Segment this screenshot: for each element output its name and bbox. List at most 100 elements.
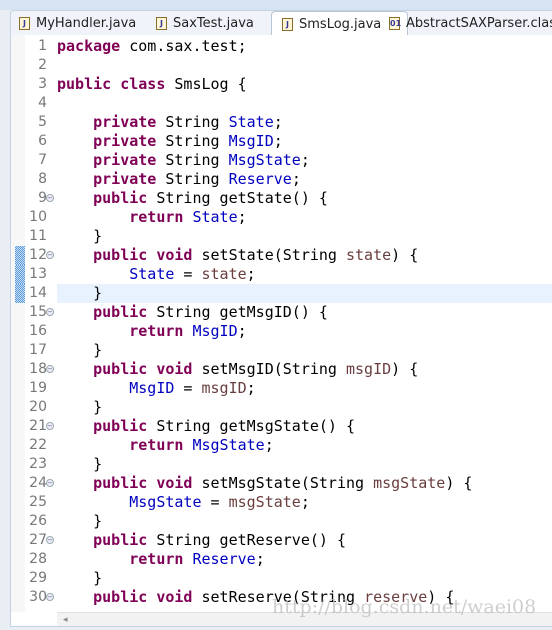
code-token: } [57,398,103,416]
line-number: 23 [29,456,47,472]
code-token: setMsgID(String [192,360,346,378]
code-line[interactable]: 26 } [11,512,552,531]
tab-smslog[interactable]: J SmsLog.java ⊠ [271,11,408,36]
code-token: ) { [391,360,419,378]
code-token: ; [273,132,283,150]
code-token: ) { [445,474,473,492]
code-line[interactable]: 30− public void setReserve(String reserv… [11,588,552,607]
code-line[interactable]: 19 MsgID = msgID; [11,379,552,398]
code-token: String [156,170,229,188]
keyword: public [93,588,148,606]
fold-collapse-icon[interactable]: − [46,365,54,373]
code-token: = [201,493,229,511]
code-line[interactable]: 4 [11,94,552,113]
keyword: public [93,189,148,207]
code-line[interactable]: 16 return MsgID; [11,322,552,341]
field-ref: MsgID [192,322,238,340]
code-line[interactable]: 9− public String getState() { [11,189,552,208]
code-line[interactable]: 8 private String Reserve; [11,170,552,189]
code-line[interactable]: 18− public void setMsgID(String msgID) { [11,360,552,379]
code-text: } [57,455,102,474]
line-number: 3 [38,76,47,92]
line-number: 16 [29,323,47,339]
code-editor[interactable]: 1 package com.sax.test; 2 3 public class Sms… [10,35,552,627]
code-line[interactable]: 15− public String getMsgID() { [11,303,552,322]
code-line[interactable]: 28 return Reserve; [11,550,552,569]
field-ref: MsgID [228,132,274,150]
param-ref: msgState [373,474,446,492]
field-ref: Reserve [228,170,292,188]
code-text: public void setMsgID(String msgID) { [57,360,418,379]
tab-saxtest[interactable]: J SaxTest.java [156,11,254,35]
java-file-warning-icon: J [156,16,167,30]
code-text: return MsgState; [57,436,274,455]
line-number: 20 [29,399,47,415]
code-line[interactable]: 3 public class SmsLog { [11,75,552,94]
code-text: public String getMsgID() { [57,303,328,322]
code-line[interactable]: 12− public void setState(String state) { [11,246,552,265]
tab-abstractsaxparser[interactable]: 01 AbstractSAXParser.class [389,11,552,35]
code-line[interactable]: 7 private String MsgState; [11,151,552,170]
field-ref: MsgState [192,436,265,454]
code-line[interactable]: 11 } [11,227,552,246]
code-line[interactable]: 20 } [11,398,552,417]
code-token: setState(String [192,246,346,264]
param-ref: msgState [228,493,301,511]
code-line[interactable]: 14 } [11,284,552,303]
code-text: } [57,341,102,360]
code-text: } [57,227,102,246]
code-line[interactable]: 27− public String getReserve() { [11,531,552,550]
field-ref: MsgID [129,379,175,397]
code-line[interactable]: 21− public String getMsgState() { [11,417,552,436]
current-line-highlight [57,284,552,303]
code-line[interactable]: 10 return State; [11,208,552,227]
param-ref: msgID [201,379,247,397]
code-token: String getState() { [147,189,328,207]
keyword: void [156,246,193,264]
class-file-icon: 01 [389,16,402,30]
code-line[interactable]: 1 package com.sax.test; [11,37,552,56]
code-line[interactable]: 29 } [11,569,552,588]
code-line[interactable]: 5 private String State; [11,113,552,132]
fold-collapse-icon[interactable]: − [46,422,54,430]
keyword: public [93,417,148,435]
field-ref: State [228,113,274,131]
code-token: String getMsgID() { [147,303,328,321]
keyword: return [129,208,184,226]
fold-collapse-icon[interactable]: − [46,251,54,259]
code-line[interactable]: 22 return MsgState; [11,436,552,455]
code-token: String getMsgState() { [147,417,356,435]
fold-collapse-icon[interactable]: − [46,479,54,487]
keyword: private [93,170,157,188]
code-text: return MsgID; [57,322,246,341]
keyword: void [156,474,193,492]
code-line[interactable]: 17 } [11,341,552,360]
code-line[interactable]: 6 private String MsgID; [11,132,552,151]
keyword: public [93,303,148,321]
keyword: public [93,531,148,549]
line-number: 15 [29,304,47,320]
code-token: String [156,132,229,150]
tab-myhandler[interactable]: J MyHandler.java [19,11,136,35]
scroll-left-arrow-icon[interactable]: ◂ [63,613,68,627]
line-number: 26 [29,513,47,529]
field-ref: MsgState [228,151,301,169]
tab-label: AbstractSAXParser.class [406,15,552,31]
code-line[interactable]: 2 [11,56,552,75]
code-text: public String getMsgState() { [57,417,355,436]
fold-collapse-icon[interactable]: − [46,536,54,544]
fold-collapse-icon[interactable]: − [46,308,54,316]
code-token: String [156,151,229,169]
code-line[interactable]: 24− public void setMsgState(String msgSt… [11,474,552,493]
fold-collapse-icon[interactable]: − [46,593,54,601]
code-line[interactable]: 13 State = state; [11,265,552,284]
fold-collapse-icon[interactable]: − [46,194,54,202]
field-ref: State [129,265,175,283]
code-line[interactable]: 25 MsgState = msgState; [11,493,552,512]
code-line[interactable]: 23 } [11,455,552,474]
horizontal-scrollbar[interactable]: ◂ [57,612,552,626]
